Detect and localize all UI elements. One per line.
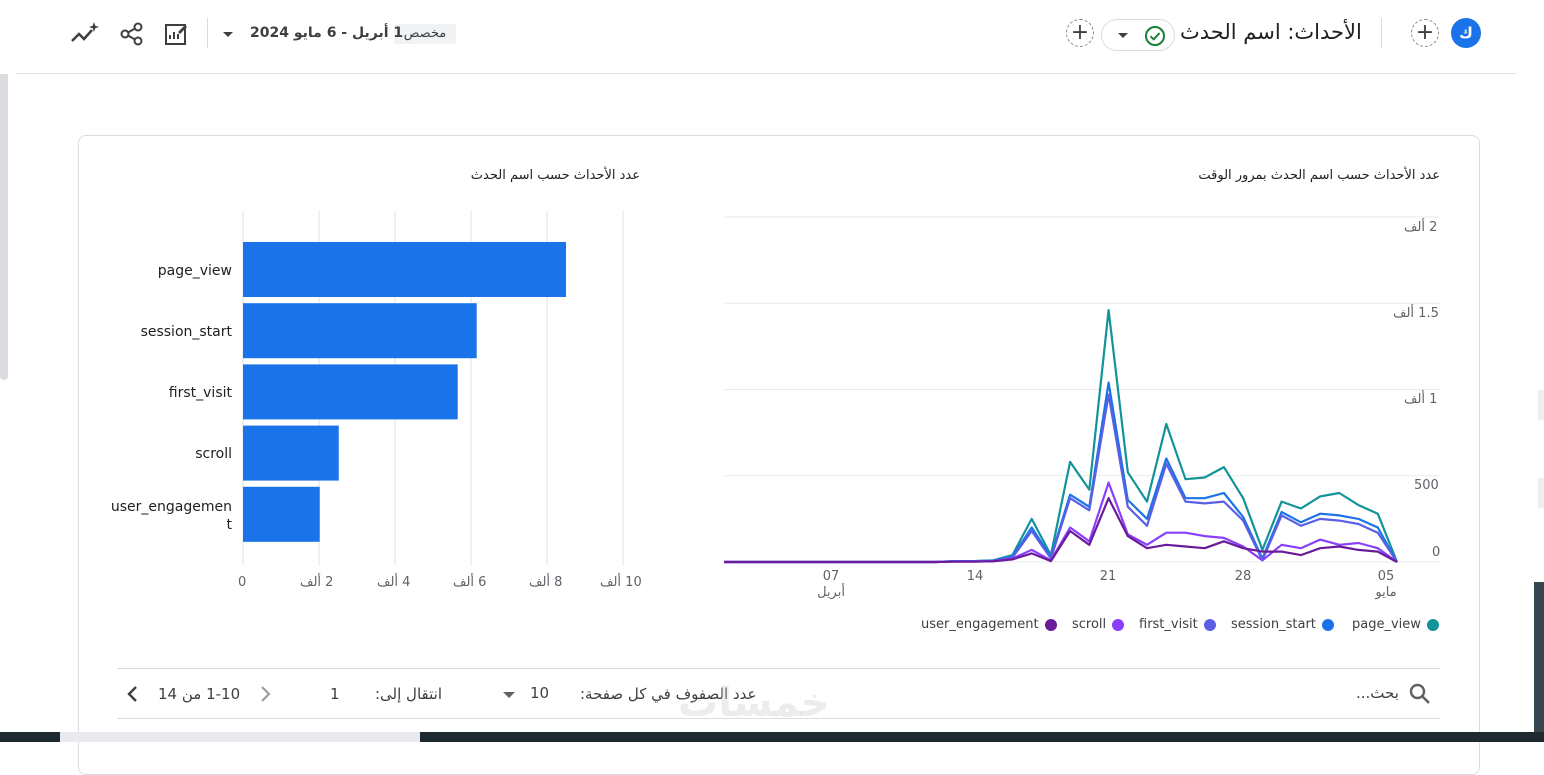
bar-x-tick: 2 ألف (300, 575, 334, 590)
x-tick-label: 05 مايو (1364, 569, 1408, 601)
watermark: خمسات (678, 680, 830, 726)
x-tick-month: مايو (1375, 585, 1397, 600)
legend-label: page_view (1352, 617, 1421, 632)
y-tick-label: 0 (1432, 545, 1441, 560)
x-tick-month: أبريل (817, 585, 845, 600)
x-tick-label: 21 (1083, 569, 1133, 584)
legend-label: user_engagement (921, 617, 1039, 632)
x-tick-day: 05 (1377, 569, 1395, 584)
series-line-session_start (724, 381, 1398, 564)
bar-category-label: session_start (140, 324, 232, 340)
y-tick-label: 1 ألف (1404, 392, 1438, 407)
bar-x-tick: 8 ألف (529, 575, 563, 590)
prev-page-button[interactable] (253, 682, 277, 706)
legend-label: scroll (1072, 617, 1107, 632)
bar-x-tick: 0 (238, 575, 247, 590)
legend-item-user-engagement[interactable]: user_engagement (921, 617, 1057, 632)
next-page-button[interactable] (121, 682, 145, 706)
legend-item-session-start[interactable]: session_start (1231, 617, 1334, 632)
x-tick-label: 14 (950, 569, 1000, 584)
goto-label: انتقال إلى: (375, 685, 442, 703)
side-panel-edge (1538, 478, 1544, 508)
side-panel-edge (1538, 390, 1544, 420)
y-tick-label: 2 ألف (1404, 220, 1438, 235)
legend-item-first-visit[interactable]: first_visit (1139, 617, 1216, 632)
legend-item-scroll[interactable]: scroll (1072, 617, 1125, 632)
legend-dot (1203, 618, 1216, 631)
goto-page-input[interactable]: 1 (330, 685, 340, 703)
taskbar-tab (60, 732, 420, 742)
x-tick-label: 28 (1218, 569, 1268, 584)
chevron-right-icon (261, 686, 271, 702)
legend-label: first_visit (1139, 617, 1198, 632)
bar-category-label: user_engagement (110, 499, 232, 533)
x-tick-day: 07 (822, 569, 840, 584)
chevron-left-icon (127, 686, 137, 702)
legend-dot (1321, 618, 1334, 631)
bar-category-label: first_visit (168, 385, 232, 401)
x-tick-day: 21 (1099, 569, 1117, 584)
x-tick-label: 07 أبريل (806, 569, 856, 601)
table-search[interactable]: بحث... (1340, 680, 1440, 708)
y-tick-label: 500 (1414, 478, 1439, 493)
side-panel-edge (1534, 582, 1544, 732)
legend-dot (1044, 618, 1057, 631)
table-divider (117, 668, 1440, 669)
legend-label: session_start (1231, 617, 1316, 632)
bar-x-tick: 10 ألف (600, 575, 642, 590)
bar-x-tick: 4 ألف (377, 575, 411, 590)
legend-dot (1426, 618, 1439, 631)
bar-category-label: scroll (195, 446, 232, 462)
series-line-first_visit (724, 393, 1398, 564)
x-tick-day: 14 (966, 569, 984, 584)
y-tick-label: 1.5 ألف (1393, 306, 1439, 321)
legend-item-page-view[interactable]: page_view (1352, 617, 1439, 632)
search-icon (1409, 683, 1430, 704)
search-input[interactable]: بحث... (1356, 684, 1399, 702)
x-tick-day: 28 (1234, 569, 1252, 584)
pagination-text: 1-10 من 14 (158, 685, 241, 703)
legend-dot (1112, 618, 1125, 631)
bar-category-label: page_view (157, 263, 232, 279)
bar-x-tick: 6 ألف (453, 575, 487, 590)
rows-per-page-select[interactable]: 10 (500, 680, 560, 708)
rows-per-page-value: 10 (530, 684, 550, 702)
caret-down-icon (503, 692, 515, 698)
